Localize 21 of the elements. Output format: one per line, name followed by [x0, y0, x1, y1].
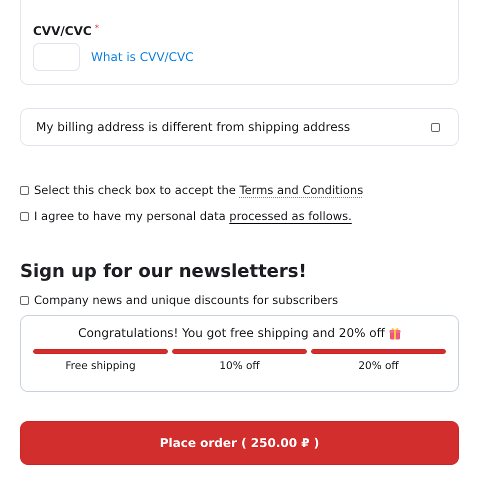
section-heading: Sign up for our newsletters!: [20, 260, 308, 284]
agreement-text: Select this check box to accept the Terms and Conditions: [34, 182, 364, 198]
cvv-field[interactable]: [33, 43, 80, 71]
reward-message: Congratulations! You got free shipping and 20% off: [78, 325, 385, 341]
field-label: CVV/CVC: [33, 23, 92, 39]
help-link[interactable]: What is CVV/CVC: [91, 50, 194, 64]
checkbox[interactable]: [20, 186, 29, 194]
agreement-link[interactable]: Terms and Conditions: [240, 183, 364, 197]
step-label: 10% off: [219, 359, 260, 373]
checkbox[interactable]: [20, 212, 29, 220]
agreement-text: I agree to have my personal data processed as follows.: [34, 208, 352, 224]
checkbox-label: Company news and unique discounts for subscribers: [34, 292, 338, 308]
checkbox[interactable]: [431, 122, 440, 132]
agreement-link[interactable]: processed as follows.: [229, 209, 352, 223]
step-label: Free shipping: [65, 359, 136, 373]
checkbox[interactable]: [20, 296, 29, 304]
gift-icon: [388, 326, 401, 340]
option-label: My billing address is different from shipping address: [36, 120, 350, 134]
step-label: 20% off: [358, 359, 399, 373]
required-mark: *: [94, 23, 100, 35]
place-order-button[interactable]: Place order ( 250.00 ₽ ): [20, 421, 459, 465]
